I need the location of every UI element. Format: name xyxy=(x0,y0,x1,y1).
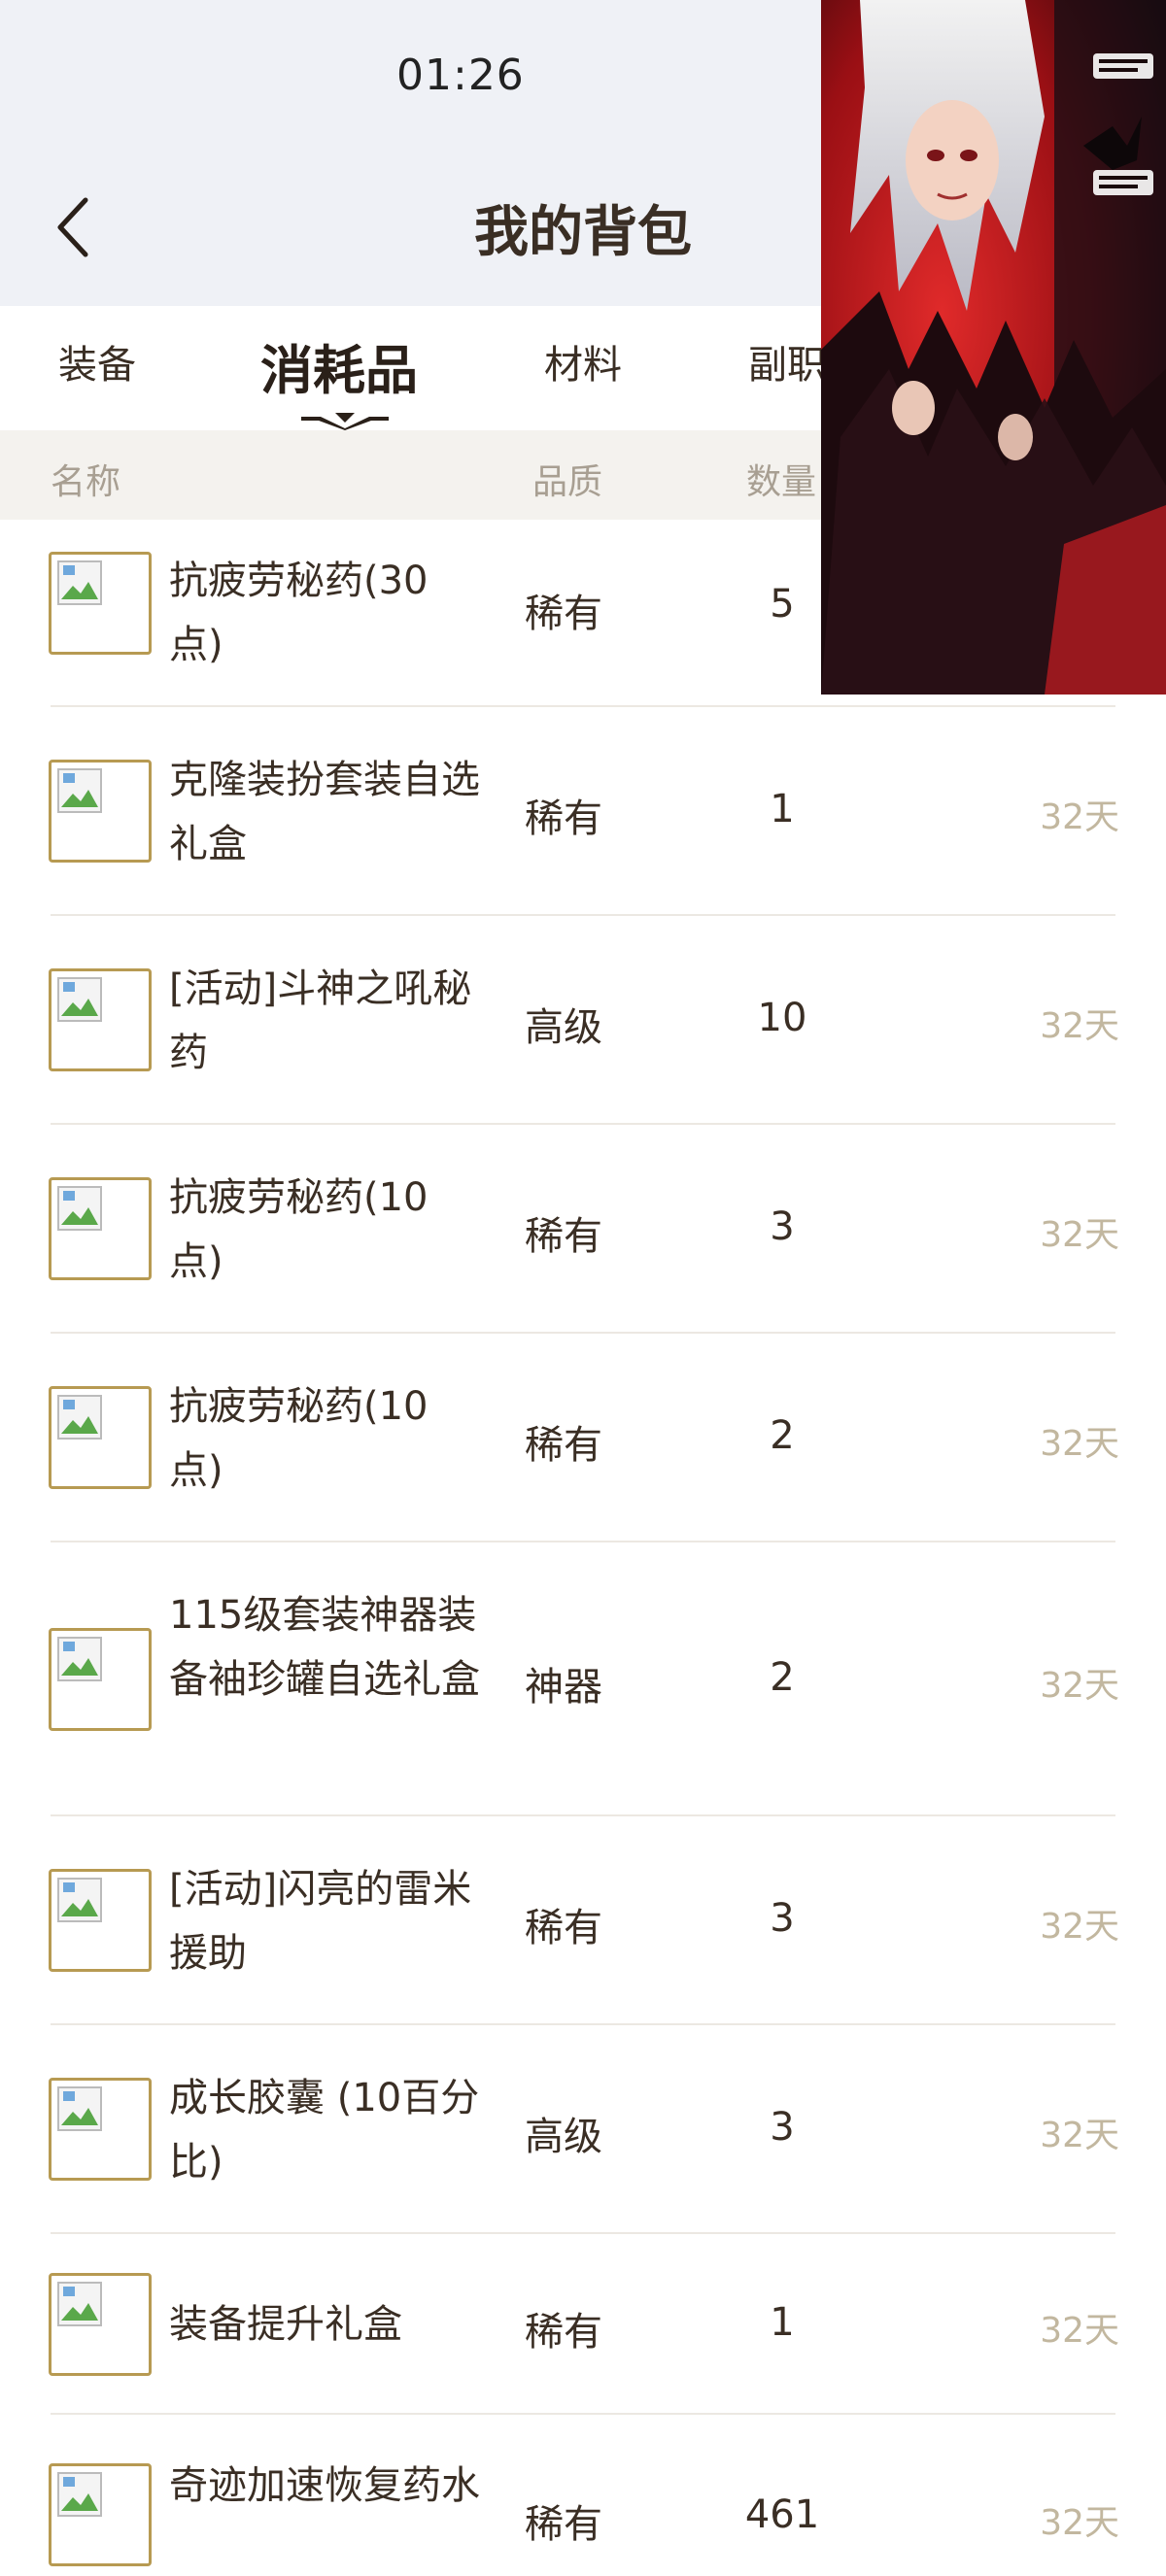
item-thumbnail xyxy=(49,1177,152,1280)
list-item[interactable]: 抗疲劳秘药(10点) 稀有 3 32天 xyxy=(0,1125,1166,1334)
item-quality: 稀有 xyxy=(525,2310,602,2355)
item-expire: 32天 xyxy=(1040,1424,1119,1464)
item-expire: 32天 xyxy=(1040,797,1119,837)
item-expire: 32天 xyxy=(1040,2116,1119,2155)
column-count: 数量 xyxy=(746,462,817,502)
tab-equipment[interactable]: 装备 xyxy=(58,333,136,390)
list-item[interactable]: 成长胶囊 (10百分比) 高级 3 32天 xyxy=(0,2025,1166,2234)
item-quality: 稀有 xyxy=(525,797,602,841)
item-name: 抗疲劳秘药(10点) xyxy=(169,1175,429,1284)
item-expire: 32天 xyxy=(1040,1666,1119,1706)
item-thumbnail xyxy=(49,1628,152,1731)
tab-consumables[interactable]: 消耗品 xyxy=(260,327,418,404)
item-count: 1 xyxy=(770,2300,795,2345)
item-thumbnail xyxy=(49,968,152,1071)
item-quality: 高级 xyxy=(525,2115,602,2159)
column-quality: 品质 xyxy=(532,462,603,502)
item-name: [活动]斗神之吼秘药 xyxy=(169,966,472,1075)
item-expire: 32天 xyxy=(1040,1006,1119,1046)
item-name: 115级套装神器装备袖珍罐自选礼盒 xyxy=(169,1593,480,1702)
item-quality: 稀有 xyxy=(525,2502,602,2547)
broken-image-icon xyxy=(57,977,102,1022)
item-thumbnail xyxy=(49,760,152,863)
item-expire: 32天 xyxy=(1040,1907,1119,1947)
item-expire: 32天 xyxy=(1040,2311,1119,2351)
item-name: 克隆装扮套装自选礼盒 xyxy=(169,758,480,866)
item-expire: 32天 xyxy=(1040,2503,1119,2543)
item-name: [活动]闪亮的雷米援助 xyxy=(169,1867,472,1976)
item-thumbnail xyxy=(49,2078,152,2181)
tab-materials[interactable]: 材料 xyxy=(544,333,622,390)
list-item[interactable]: [活动]斗神之吼秘药 高级 10 32天 xyxy=(0,916,1166,1125)
broken-image-icon xyxy=(57,768,102,813)
status-time: 01:26 xyxy=(396,51,525,100)
item-count: 2 xyxy=(770,1413,795,1458)
item-quality: 高级 xyxy=(525,1005,602,1050)
list-item[interactable]: 抗疲劳秘药(10点) 稀有 2 32天 xyxy=(0,1334,1166,1542)
item-count: 3 xyxy=(770,1896,795,1941)
list-item[interactable]: 奇迹加速恢复药水 稀有 461 32天 xyxy=(0,2415,1166,2576)
broken-image-icon xyxy=(57,1186,102,1231)
item-quality: 稀有 xyxy=(525,1906,602,1950)
floating-ad-overlay[interactable] xyxy=(821,0,1166,695)
broken-image-icon xyxy=(57,2086,102,2131)
item-name: 抗疲劳秘药(10点) xyxy=(169,1384,429,1493)
list-item[interactable]: 115级套装神器装备袖珍罐自选礼盒 神器 2 32天 xyxy=(0,1542,1166,1816)
broken-image-icon xyxy=(57,2472,102,2517)
list-item[interactable]: 装备提升礼盒 稀有 1 32天 xyxy=(0,2234,1166,2415)
list-item[interactable]: [活动]闪亮的雷米援助 稀有 3 32天 xyxy=(0,1816,1166,2025)
item-quality: 神器 xyxy=(525,1665,602,1710)
item-quality: 稀有 xyxy=(525,1423,602,1468)
item-count: 2 xyxy=(770,1655,795,1700)
item-thumbnail xyxy=(49,2273,152,2376)
column-name: 名称 xyxy=(51,462,121,502)
item-count: 461 xyxy=(744,2492,820,2537)
item-count: 3 xyxy=(770,1204,795,1249)
item-thumbnail xyxy=(49,552,152,655)
item-count: 1 xyxy=(770,787,795,831)
tab-secondary-job[interactable]: 副职 xyxy=(748,333,826,390)
item-count: 5 xyxy=(770,582,795,627)
item-thumbnail xyxy=(49,2463,152,2566)
item-count: 3 xyxy=(770,2105,795,2150)
broken-image-icon xyxy=(57,1395,102,1440)
item-quality: 稀有 xyxy=(525,1214,602,1259)
item-thumbnail xyxy=(49,1869,152,1972)
item-name: 抗疲劳秘药(30点) xyxy=(169,559,429,667)
broken-image-icon xyxy=(57,2282,102,2326)
broken-image-icon xyxy=(57,1637,102,1681)
item-name: 成长胶囊 (10百分比) xyxy=(169,2076,480,2185)
list-item[interactable]: 克隆装扮套装自选礼盒 稀有 1 32天 xyxy=(0,707,1166,916)
broken-image-icon xyxy=(57,1878,102,1922)
item-name: 装备提升礼盒 xyxy=(169,2302,402,2347)
game-artwork-image xyxy=(821,0,1166,695)
item-quality: 稀有 xyxy=(525,592,602,636)
item-thumbnail xyxy=(49,1386,152,1489)
item-expire: 32天 xyxy=(1040,1215,1119,1255)
broken-image-icon xyxy=(57,560,102,605)
item-name: 奇迹加速恢复药水 xyxy=(169,2463,480,2508)
item-count: 10 xyxy=(757,996,807,1040)
tab-active-indicator xyxy=(301,413,389,430)
